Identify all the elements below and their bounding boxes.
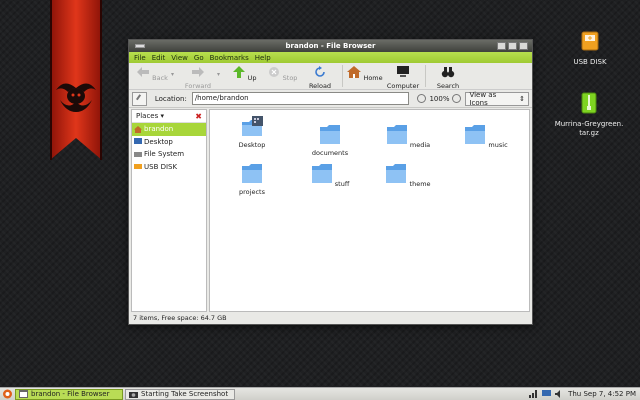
file-browser-window: brandon - File Browser File Edit View Go… bbox=[128, 39, 533, 325]
home-icon bbox=[347, 66, 362, 78]
location-input[interactable]: /home/brandon bbox=[191, 92, 410, 105]
folder-icon bbox=[386, 164, 407, 183]
desktop-ribbon-logo bbox=[50, 0, 102, 160]
home-icon bbox=[134, 125, 142, 133]
reload-icon bbox=[315, 66, 325, 77]
menu-go[interactable]: Go bbox=[194, 54, 204, 62]
computer-icon bbox=[397, 66, 409, 77]
desktop-icon-archive[interactable]: Murrina-Greygreen. tar.gz bbox=[554, 92, 624, 138]
up-arrow-icon bbox=[232, 66, 245, 78]
sidebar-item-usb-disk[interactable]: USB DISK bbox=[132, 161, 206, 174]
sidebar-header: Places ▾ ✖ bbox=[132, 110, 206, 123]
menu-edit[interactable]: Edit bbox=[152, 54, 166, 62]
folder-icon bbox=[386, 125, 407, 144]
search-button[interactable]: Search bbox=[429, 65, 467, 90]
sidebar-item-file-system[interactable]: File System bbox=[132, 148, 206, 161]
camera-icon bbox=[129, 392, 138, 398]
display-icon[interactable] bbox=[542, 390, 552, 398]
usb-drive-icon bbox=[134, 164, 142, 170]
close-sidebar-icon[interactable]: ✖ bbox=[195, 112, 202, 121]
forward-arrow-icon bbox=[192, 67, 204, 77]
stop-icon bbox=[268, 67, 279, 77]
window-icon bbox=[19, 390, 28, 398]
toolbar: Back ▾ Forward ▾ Up Stop Reload Home Com… bbox=[129, 63, 532, 90]
menubar: File Edit View Go Bookmarks Help bbox=[129, 52, 532, 63]
select-arrows-icon: ⇕ bbox=[519, 94, 525, 103]
view-mode-select[interactable]: View as Icons ⇕ bbox=[465, 91, 529, 107]
stop-button[interactable]: Stop bbox=[263, 65, 301, 82]
zoom-control: 100% bbox=[417, 94, 462, 103]
window-title: brandon - File Browser bbox=[285, 42, 376, 50]
back-button[interactable]: Back bbox=[133, 65, 171, 82]
home-button[interactable]: Home bbox=[346, 65, 384, 82]
taskbar-item-screenshot[interactable]: Starting Take Screenshot bbox=[125, 388, 235, 400]
menu-view[interactable]: View bbox=[171, 54, 188, 62]
volume-icon[interactable] bbox=[555, 390, 564, 398]
status-bar: 7 items, Free space: 64.7 GB bbox=[133, 314, 227, 322]
taskbar-item-file-browser[interactable]: brandon - File Browser bbox=[15, 388, 123, 400]
window-menu-icon[interactable] bbox=[135, 44, 145, 48]
location-label: Location: bbox=[154, 94, 187, 103]
up-button[interactable]: Up bbox=[225, 65, 263, 82]
bottom-panel: brandon - File Browser Starting Take Scr… bbox=[0, 387, 640, 400]
browser-body: Places ▾ ✖ brandon Desktop File System U… bbox=[131, 109, 530, 312]
menu-help[interactable]: Help bbox=[255, 54, 271, 62]
forward-history-dropdown[interactable]: ▾ bbox=[217, 65, 225, 78]
usb-drive-icon bbox=[581, 31, 599, 51]
window-titlebar[interactable]: brandon - File Browser bbox=[129, 40, 532, 52]
binoculars-icon bbox=[441, 67, 455, 78]
file-item-music[interactable]: music bbox=[461, 124, 511, 149]
computer-button[interactable]: Computer bbox=[384, 65, 422, 90]
location-bar: Location: /home/brandon 100% View as Ico… bbox=[129, 90, 532, 108]
file-icon-view: Desktop documents media music projects s… bbox=[209, 109, 530, 312]
clock[interactable]: Thu Sep 7, 4:52 PM bbox=[568, 390, 636, 398]
folder-icon bbox=[465, 125, 486, 144]
back-arrow-icon bbox=[137, 67, 150, 77]
maximize-icon[interactable] bbox=[508, 42, 517, 50]
archive-file-icon bbox=[581, 92, 597, 114]
desktop-icon bbox=[134, 138, 142, 145]
minimize-icon[interactable] bbox=[497, 42, 506, 50]
file-item-desktop[interactable]: Desktop bbox=[227, 116, 277, 149]
system-tray: Thu Sep 7, 4:52 PM bbox=[529, 390, 640, 398]
main-menu-icon[interactable] bbox=[2, 389, 13, 399]
folder-icon bbox=[242, 164, 262, 183]
zoom-level[interactable]: 100% bbox=[429, 95, 449, 103]
folder-icon bbox=[311, 164, 332, 183]
folder-icon bbox=[320, 125, 340, 144]
zoom-in-icon[interactable] bbox=[452, 94, 462, 103]
close-icon[interactable] bbox=[519, 42, 528, 50]
file-item-documents[interactable]: documents bbox=[305, 124, 355, 157]
menu-file[interactable]: File bbox=[134, 54, 146, 62]
drive-icon bbox=[134, 151, 142, 157]
toolbar-separator bbox=[342, 65, 343, 87]
toggle-location-edit-button[interactable] bbox=[132, 91, 147, 106]
places-dropdown[interactable]: Places ▾ bbox=[136, 112, 164, 120]
file-item-theme[interactable]: theme bbox=[383, 163, 433, 188]
zoom-out-icon[interactable] bbox=[417, 94, 427, 103]
desktop-icon-usb-disk[interactable]: USB DISK bbox=[555, 30, 625, 67]
file-item-media[interactable]: media bbox=[383, 124, 433, 149]
places-sidebar: Places ▾ ✖ brandon Desktop File System U… bbox=[131, 109, 207, 312]
back-history-dropdown[interactable]: ▾ bbox=[171, 65, 179, 78]
file-item-stuff[interactable]: stuff bbox=[305, 163, 355, 188]
folder-desktop-icon bbox=[242, 116, 263, 136]
sidebar-item-brandon[interactable]: brandon bbox=[132, 123, 206, 136]
forward-button[interactable]: Forward bbox=[179, 65, 217, 90]
reload-button[interactable]: Reload bbox=[301, 65, 339, 90]
menu-bookmarks[interactable]: Bookmarks bbox=[210, 54, 249, 62]
sidebar-item-desktop[interactable]: Desktop bbox=[132, 136, 206, 149]
network-icon[interactable] bbox=[529, 390, 538, 398]
file-item-projects[interactable]: projects bbox=[227, 163, 277, 196]
toolbar-separator bbox=[425, 65, 426, 87]
